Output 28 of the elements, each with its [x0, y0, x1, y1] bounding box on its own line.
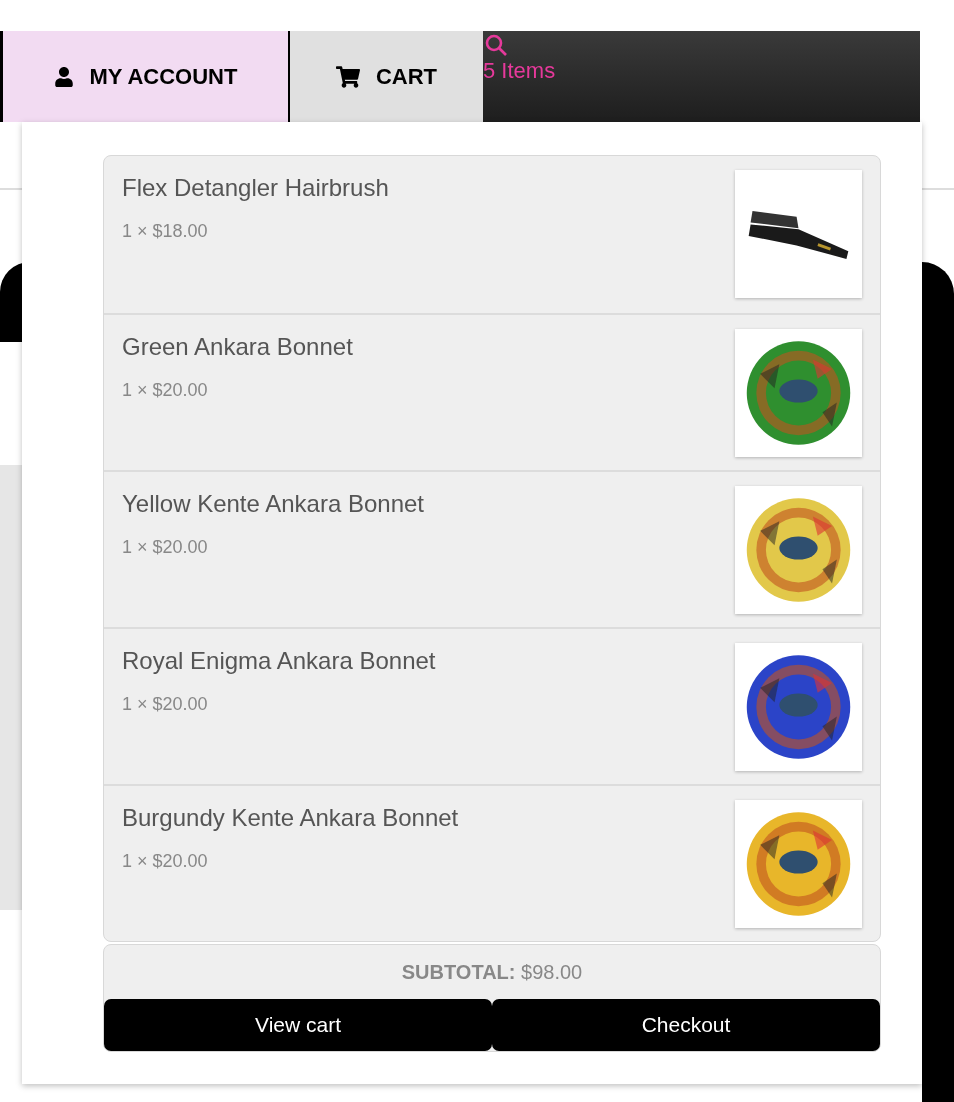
quantity-price: 1 × $20.00 [122, 693, 209, 716]
nav-tab[interactable]: CART [290, 31, 483, 122]
product-thumbnail[interactable] [735, 329, 862, 457]
product-name[interactable]: Burgundy Kente Ankara Bonnet [122, 800, 459, 836]
quantity-price: 1 × $18.00 [122, 220, 209, 243]
cart-item[interactable]: Yellow Kente Ankara Bonnet 1 × $20.00 [104, 470, 880, 627]
product-thumbnail[interactable] [735, 486, 862, 614]
product-thumbnail[interactable] [735, 800, 862, 928]
nav-tab[interactable]: MY ACCOUNT [3, 31, 290, 122]
cart-item[interactable]: Green Ankara Bonnet 1 × $20.00 [104, 313, 880, 470]
view-cart-button[interactable]: View cart [104, 999, 492, 1051]
subtotal: SUBTOTAL: $98.00 [401, 960, 583, 985]
product-name[interactable]: Green Ankara Bonnet [122, 329, 353, 365]
quantity-price: 1 × $20.00 [122, 536, 209, 559]
user-icon [53, 66, 74, 87]
cart-item[interactable]: Flex Detangler Hairbrush 1 × $18.00 [104, 156, 880, 313]
product-thumbnail[interactable] [735, 170, 862, 298]
quantity-price: 1 × $20.00 [122, 379, 209, 402]
cart-icon [335, 64, 360, 89]
cart-item[interactable]: Royal Enigma Ankara Bonnet 1 × $20.00 [104, 627, 880, 784]
product-thumbnail[interactable] [735, 643, 862, 771]
product-name[interactable]: Yellow Kente Ankara Bonnet [122, 486, 424, 522]
product-name[interactable]: Flex Detangler Hairbrush [122, 170, 389, 206]
quantity-price: 1 × $20.00 [122, 850, 209, 873]
search-icon[interactable] [484, 33, 508, 57]
cart-item[interactable]: Burgundy Kente Ankara Bonnet 1 × $20.00 [104, 784, 880, 941]
product-name[interactable]: Royal Enigma Ankara Bonnet [122, 643, 436, 679]
checkout-button[interactable]: Checkout [492, 999, 880, 1051]
